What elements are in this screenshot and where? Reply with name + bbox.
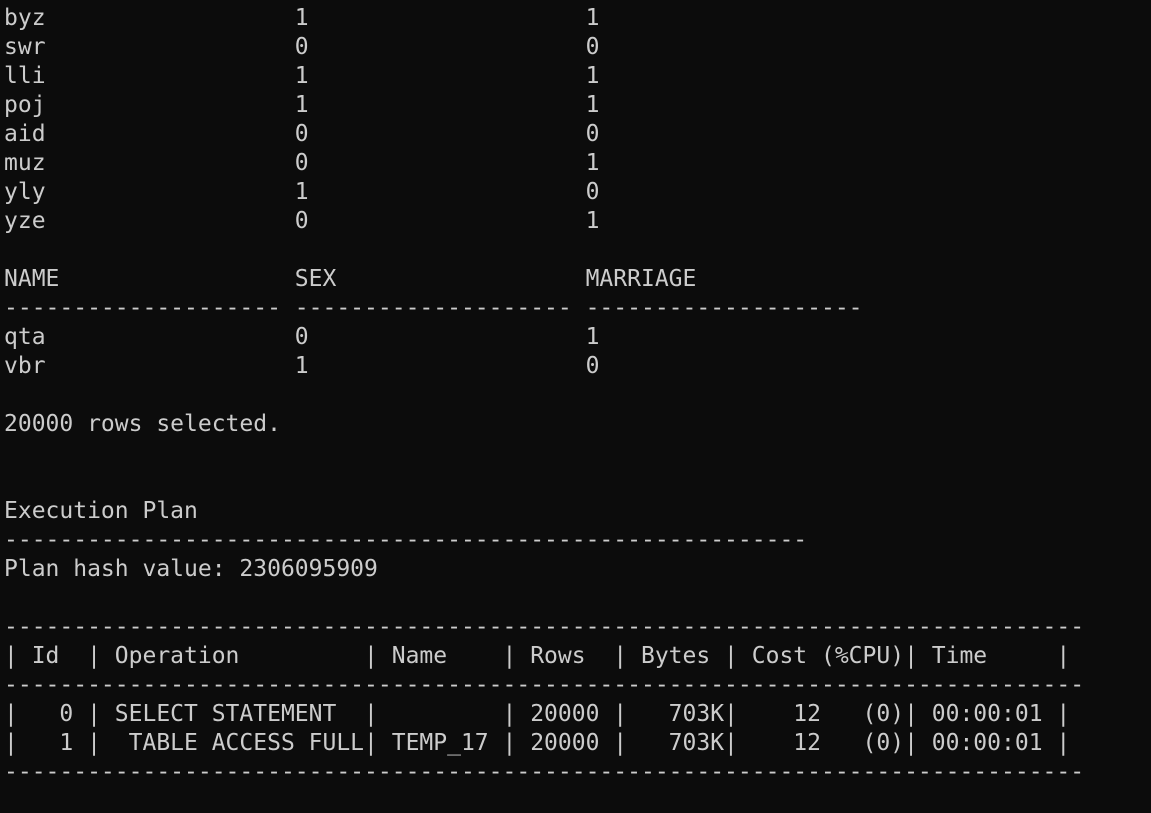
execution-plan-title: Execution Plan <box>4 498 198 524</box>
plan-table-border: ----------------------------------------… <box>4 759 1085 785</box>
result-row: vbr 1 0 <box>4 353 600 379</box>
plan-table-row: | 0 | SELECT STATEMENT | | 20000 | 703K|… <box>4 701 1071 727</box>
terminal-output[interactable]: byz 1 1 swr 0 0 lli 1 1 poj 1 1 aid 0 0 … <box>4 4 1151 813</box>
execution-plan-underline: ----------------------------------------… <box>4 527 808 553</box>
plan-table-border: ----------------------------------------… <box>4 614 1085 640</box>
result-row: yze 0 1 <box>4 208 600 234</box>
result-row: swr 0 0 <box>4 34 600 60</box>
result-row: yly 1 0 <box>4 179 600 205</box>
plan-table-row: | 1 | TABLE ACCESS FULL| TEMP_17 | 20000… <box>4 730 1071 756</box>
plan-table-header: | Id | Operation | Name | Rows | Bytes |… <box>4 643 1071 669</box>
plan-hash-value: Plan hash value: 2306095909 <box>4 556 378 582</box>
result-row: lli 1 1 <box>4 63 600 89</box>
column-separator: -------------------- -------------------… <box>4 295 863 321</box>
result-row: byz 1 1 <box>4 5 600 31</box>
result-row: aid 0 0 <box>4 121 600 147</box>
result-row: muz 0 1 <box>4 150 600 176</box>
rows-selected-message: 20000 rows selected. <box>4 411 281 437</box>
result-row: poj 1 1 <box>4 92 600 118</box>
plan-table-border: ----------------------------------------… <box>4 672 1085 698</box>
column-header: NAME SEX MARRIAGE <box>4 266 697 292</box>
result-row: qta 0 1 <box>4 324 600 350</box>
